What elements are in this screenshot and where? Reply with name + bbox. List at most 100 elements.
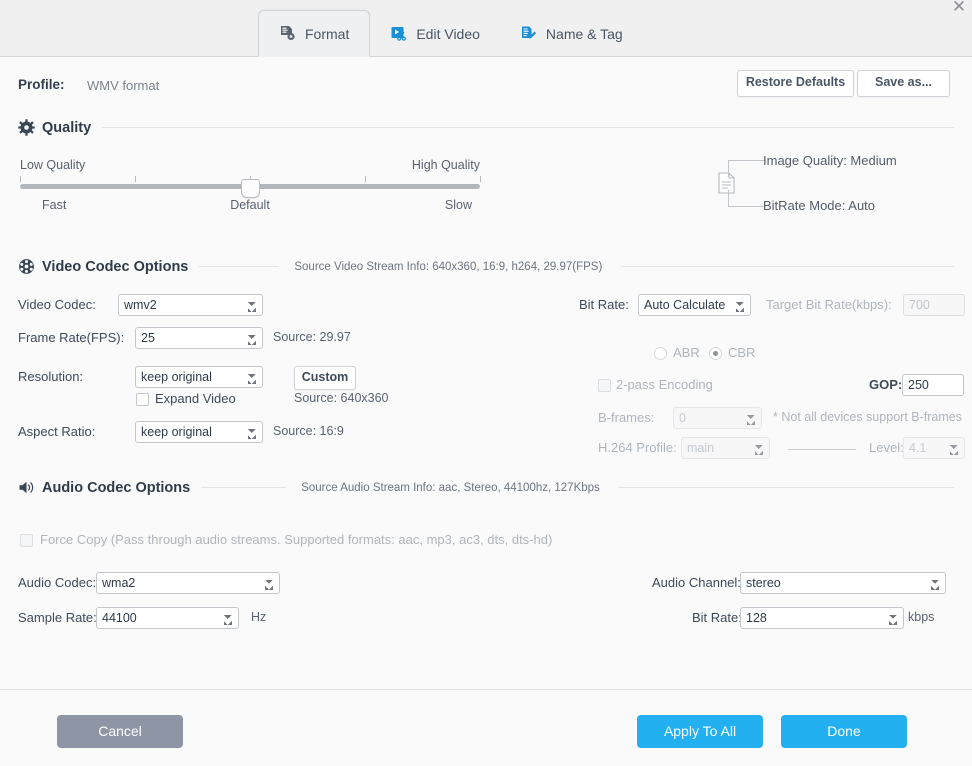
tab-list: Format Edit Video Name & Tag	[258, 0, 643, 57]
video-source-info: Source Video Stream Info: 640x360, 16:9,…	[294, 260, 603, 273]
video-codec-form: Video Codec: wmv2 Frame Rate(FPS): 25 So…	[18, 291, 965, 459]
quality-slider-speed-labels: Fast Default Slow	[20, 198, 480, 214]
done-button[interactable]: Done	[781, 715, 907, 748]
target-bit-rate-input[interactable]	[903, 294, 965, 316]
low-quality-label: Low Quality	[20, 158, 86, 172]
level-select[interactable]: 4.1	[903, 437, 965, 459]
sample-rate-select[interactable]: 44100	[96, 607, 239, 629]
frame-rate-select[interactable]: 25	[135, 327, 263, 349]
bit-rate-label: Bit Rate:	[579, 297, 629, 312]
cancel-button[interactable]: Cancel	[57, 715, 183, 748]
section-divider	[199, 266, 280, 267]
h264-profile-label: H.264 Profile:	[598, 440, 677, 455]
tab-format-label: Format	[305, 25, 350, 42]
force-copy-checkbox[interactable]	[20, 534, 33, 547]
quality-section-header: Quality	[18, 119, 954, 136]
frame-rate-source: Source: 29.97	[273, 330, 351, 344]
speaker-icon	[18, 479, 35, 496]
force-copy-label: Force Copy (Pass through audio streams. …	[40, 532, 553, 547]
video-codec-section-header: Video Codec Options Source Video Stream …	[18, 258, 954, 275]
film-reel-icon	[18, 258, 35, 275]
video-codec-title: Video Codec Options	[42, 258, 189, 275]
expand-video-checkbox[interactable]	[136, 393, 149, 406]
audio-codec-section-header: Audio Codec Options Source Audio Stream …	[18, 479, 954, 496]
document-gear-icon	[279, 25, 296, 42]
h264-profile-select[interactable]: main	[681, 437, 770, 459]
profile-label: Profile:	[18, 77, 65, 92]
abr-radio[interactable]	[654, 347, 667, 360]
tab-bar: ✕ Format Edit Video Name & Tag	[0, 0, 972, 57]
divider-line	[788, 449, 856, 450]
sample-rate-label: Sample Rate:	[18, 610, 97, 625]
fast-label: Fast	[42, 198, 67, 212]
tab-edit-video[interactable]: Edit Video	[370, 11, 500, 56]
quality-summary: Image Quality: Medium BitRate Mode: Auto	[704, 146, 972, 216]
profile-row: Profile: WMV format Restore Defaults Sav…	[18, 57, 954, 115]
dialog-footer: Cancel Apply To All Done	[0, 689, 972, 766]
audio-codec-title: Audio Codec Options	[42, 479, 191, 496]
cbr-radio[interactable]	[709, 347, 722, 360]
gop-input[interactable]	[902, 374, 964, 396]
tab-name-tag[interactable]: Name & Tag	[500, 11, 643, 56]
audio-codec-select[interactable]: wma2	[96, 572, 280, 594]
scissors-video-icon	[390, 25, 407, 42]
section-divider	[618, 487, 954, 488]
cbr-label: CBR	[728, 345, 756, 360]
gop-label: GOP:	[869, 377, 903, 392]
video-codec-select[interactable]: wmv2	[118, 294, 263, 316]
audio-channel-select[interactable]: stereo	[740, 572, 946, 594]
quality-title: Quality	[42, 119, 92, 136]
high-quality-label: High Quality	[411, 158, 480, 172]
expand-video-label: Expand Video	[155, 391, 236, 406]
two-pass-encoding-checkbox[interactable]	[598, 379, 611, 392]
slow-label: Slow	[444, 198, 472, 212]
section-divider	[621, 266, 954, 267]
gear-icon	[18, 119, 35, 136]
close-window-button[interactable]: ✕	[948, 0, 970, 18]
save-as-button[interactable]: Save as...	[857, 70, 950, 97]
settings-panel: Profile: WMV format Restore Defaults Sav…	[0, 57, 972, 697]
quality-slider-endpoint-labels: Low Quality High Quality	[20, 158, 480, 174]
frame-rate-label: Frame Rate(FPS):	[18, 330, 125, 345]
custom-resolution-button[interactable]: Custom	[294, 366, 356, 390]
quality-slider-area: Low Quality High Quality Fast Default Sl…	[20, 158, 481, 214]
tab-edit-video-label: Edit Video	[416, 25, 480, 42]
level-label: Level:	[869, 440, 904, 455]
b-frames-select[interactable]: 0	[673, 407, 762, 429]
audio-bit-rate-select[interactable]: 128	[740, 607, 904, 629]
b-frames-label: B-frames:	[598, 410, 655, 425]
two-pass-encoding-label: 2-pass Encoding	[616, 377, 713, 392]
b-frames-note: * Not all devices support B-frames	[773, 410, 962, 424]
restore-defaults-button[interactable]: Restore Defaults	[737, 70, 854, 97]
resolution-source: Source: 640x360	[294, 391, 389, 405]
section-divider	[102, 127, 954, 128]
target-bit-rate-label: Target Bit Rate(kbps):	[766, 297, 892, 312]
section-divider	[201, 487, 287, 488]
image-quality-value: Image Quality: Medium	[763, 153, 897, 168]
bitrate-mode-value: BitRate Mode: Auto	[763, 198, 876, 213]
quality-slider[interactable]	[20, 179, 480, 198]
audio-bit-rate-unit: kbps	[908, 610, 935, 624]
profile-value: WMV format	[87, 78, 160, 93]
audio-codec-label: Audio Codec:	[18, 575, 97, 590]
quality-body: Low Quality High Quality Fast Default Sl…	[18, 136, 954, 254]
audio-source-info: Source Audio Stream Info: aac, Stereo, 4…	[301, 481, 600, 494]
default-label: Default	[230, 198, 270, 212]
tab-format[interactable]: Format	[258, 10, 371, 57]
aspect-ratio-source: Source: 16:9	[273, 424, 344, 438]
quality-slider-handle[interactable]	[241, 179, 260, 198]
sample-rate-unit: Hz	[251, 610, 267, 624]
video-codec-label: Video Codec:	[18, 297, 96, 312]
bit-rate-mode-select[interactable]: Auto Calculate	[638, 294, 751, 316]
resolution-select[interactable]: keep original	[135, 366, 263, 388]
document-pencil-icon	[520, 25, 537, 42]
bracket-line-bottom	[728, 190, 765, 207]
tab-name-tag-label: Name & Tag	[545, 25, 623, 42]
audio-bit-rate-label: Bit Rate:	[692, 610, 742, 625]
aspect-ratio-label: Aspect Ratio:	[18, 424, 96, 439]
aspect-ratio-select[interactable]: keep original	[135, 421, 263, 443]
apply-to-all-button[interactable]: Apply To All	[637, 715, 763, 748]
audio-channel-label: Audio Channel:	[652, 575, 741, 590]
resolution-label: Resolution:	[18, 369, 84, 384]
bracket-line-top	[728, 160, 765, 177]
